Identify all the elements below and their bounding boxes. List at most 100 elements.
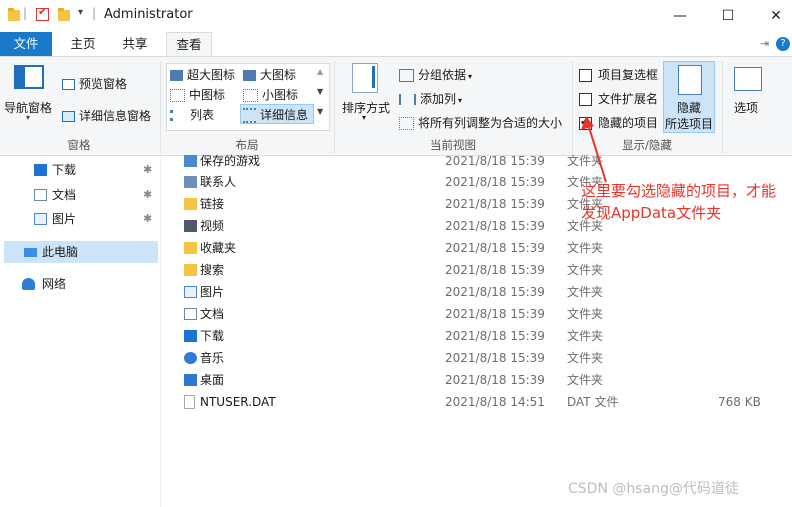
list-option[interactable]: 列表	[170, 106, 214, 123]
options-icon[interactable]	[734, 67, 762, 91]
tab-file[interactable]: 文件	[0, 32, 52, 56]
file-name: 保存的游戏	[200, 154, 261, 168]
annotation-arrow	[581, 116, 607, 183]
watermark: CSDN @hsang@代码道徒	[568, 481, 739, 497]
tab-share[interactable]: 共享	[118, 32, 152, 56]
sort-dropdown-icon[interactable]: ▾	[362, 113, 366, 122]
item-checkboxes-checkbox	[579, 69, 592, 82]
links-icon	[184, 198, 197, 210]
add-column-button[interactable]: 添加列 ▾	[399, 90, 462, 107]
nav-label: 图片	[52, 212, 77, 226]
medium-icons-option[interactable]: 中图标	[170, 86, 225, 103]
small-icons-icon	[243, 89, 258, 102]
pin-ribbon-icon[interactable]: ⇥	[760, 37, 769, 50]
file-row[interactable]: 保存的游戏 2021/8/18 15:39 文件夹	[180, 150, 780, 172]
document-icon	[34, 189, 47, 201]
file-type: 文件夹	[567, 351, 604, 365]
ribbon-separator	[160, 61, 161, 153]
list-label: 列表	[190, 108, 215, 122]
hide-selected-icon	[678, 65, 702, 95]
fit-columns-icon	[399, 117, 414, 130]
small-icons-option[interactable]: 小图标	[243, 86, 298, 103]
file-name: 图片	[200, 285, 225, 299]
properties-checkbox-icon[interactable]: ✔	[36, 5, 49, 21]
file-row[interactable]: 文档 2021/8/18 15:39 文件夹	[180, 303, 780, 325]
minimize-button[interactable]: —	[660, 4, 700, 28]
large-icons-option[interactable]: 大图标	[243, 66, 296, 83]
file-name: 下载	[200, 329, 225, 343]
file-extensions-toggle[interactable]: 文件扩展名	[579, 90, 658, 107]
tab-view[interactable]: 查看	[166, 32, 212, 56]
large-icons-label: 大图标	[260, 68, 297, 82]
group-by-button[interactable]: 分组依据 ▾	[399, 66, 472, 83]
file-type: DAT 文件	[567, 395, 619, 409]
add-column-icon	[399, 94, 416, 105]
nav-item-pictures[interactable]: 图片 ✱	[0, 208, 158, 230]
nav-item-network[interactable]: 网络	[0, 273, 158, 295]
item-checkboxes-label: 项目复选框	[598, 68, 659, 82]
extra-large-icons-option[interactable]: 超大图标	[170, 66, 235, 83]
sort-by-icon[interactable]	[352, 63, 378, 93]
contacts-icon	[184, 176, 197, 188]
file-date: 2021/8/18 15:39	[445, 263, 545, 277]
preview-pane-button[interactable]: 预览窗格	[62, 75, 127, 92]
file-row[interactable]: 搜索 2021/8/18 15:39 文件夹	[180, 259, 780, 281]
file-name: 视频	[200, 219, 225, 233]
pin-icon[interactable]: ✱	[143, 208, 152, 230]
quick-access-dropdown[interactable]: ▾	[78, 7, 83, 18]
navigation-pane: 下载 ✱ 文档 ✱ 图片 ✱ 此电脑 网络	[0, 156, 161, 507]
file-extensions-label: 文件扩展名	[598, 92, 659, 106]
nav-label: 此电脑	[42, 245, 79, 259]
group-by-label: 分组依据	[418, 68, 467, 82]
details-pane-button[interactable]: 详细信息窗格	[62, 107, 151, 124]
file-row[interactable]: 收藏夹 2021/8/18 15:39 文件夹	[180, 237, 780, 259]
nav-pane-dropdown-icon[interactable]: ▾	[26, 113, 30, 122]
search-icon	[184, 264, 197, 276]
group-by-dropdown-icon: ▾	[468, 72, 473, 81]
fit-columns-button[interactable]: 将所有列调整为合适的大小	[399, 114, 562, 131]
maximize-button[interactable]: ☐	[708, 4, 748, 28]
file-date: 2021/8/18 15:39	[445, 329, 545, 343]
nav-item-this-pc[interactable]: 此电脑	[4, 241, 158, 263]
file-row[interactable]: NTUSER.DAT 2021/8/18 14:51 DAT 文件 768 KB	[180, 391, 780, 413]
nav-item-documents[interactable]: 文档 ✱	[0, 184, 158, 206]
download-arrow-icon	[184, 330, 197, 342]
annotation-text: 这里要勾选隐藏的项目，才能发现AppData文件夹	[581, 182, 777, 222]
item-checkboxes-toggle[interactable]: 项目复选框	[579, 66, 658, 83]
details-view-icon	[243, 108, 256, 123]
computer-icon	[24, 248, 37, 257]
layout-scroll-up-icon[interactable]: ▲	[317, 67, 323, 76]
extra-large-icons-label: 超大图标	[187, 68, 236, 82]
pictures-icon	[34, 213, 47, 225]
file-row[interactable]: 图片 2021/8/18 15:39 文件夹	[180, 281, 780, 303]
file-row[interactable]: 下载 2021/8/18 15:39 文件夹	[180, 325, 780, 347]
medium-icons-label: 中图标	[189, 88, 226, 102]
options-button[interactable]: 选项	[734, 99, 758, 116]
layout-scroll-down-icon[interactable]: ▼	[317, 87, 323, 96]
file-row[interactable]: 桌面 2021/8/18 15:39 文件夹	[180, 369, 780, 391]
nav-item-downloads[interactable]: 下载 ✱	[0, 159, 158, 181]
help-icon[interactable]: ?	[776, 37, 790, 51]
details-label: 详细信息	[260, 108, 309, 122]
new-folder-icon[interactable]	[58, 8, 70, 21]
file-type: 文件夹	[567, 373, 604, 387]
close-button[interactable]: ✕	[756, 4, 792, 28]
pin-icon[interactable]: ✱	[143, 184, 152, 206]
extra-large-icons-icon	[170, 70, 183, 81]
video-icon	[184, 220, 197, 232]
document-icon	[184, 308, 197, 320]
navigation-pane-icon[interactable]	[14, 65, 44, 89]
file-row[interactable]: 音乐 2021/8/18 15:39 文件夹	[180, 347, 780, 369]
music-icon	[184, 352, 197, 364]
ribbon: 导航窗格 ▾ 预览窗格 详细信息窗格 窗格 超大图标 大图标 中图标 小图标 列…	[0, 56, 792, 156]
pin-icon[interactable]: ✱	[143, 159, 152, 181]
hide-selected-label-1: 隐藏	[677, 101, 702, 115]
group-by-icon	[399, 69, 414, 82]
layout-expand-icon[interactable]: ▼	[317, 107, 323, 116]
window-title: Administrator	[104, 7, 193, 22]
file-type: 文件夹	[567, 241, 604, 255]
small-icons-label: 小图标	[262, 88, 299, 102]
tab-home[interactable]: 主页	[66, 32, 100, 56]
details-option[interactable]: 详细信息	[243, 106, 308, 123]
fit-columns-label: 将所有列调整为合适的大小	[418, 116, 563, 130]
